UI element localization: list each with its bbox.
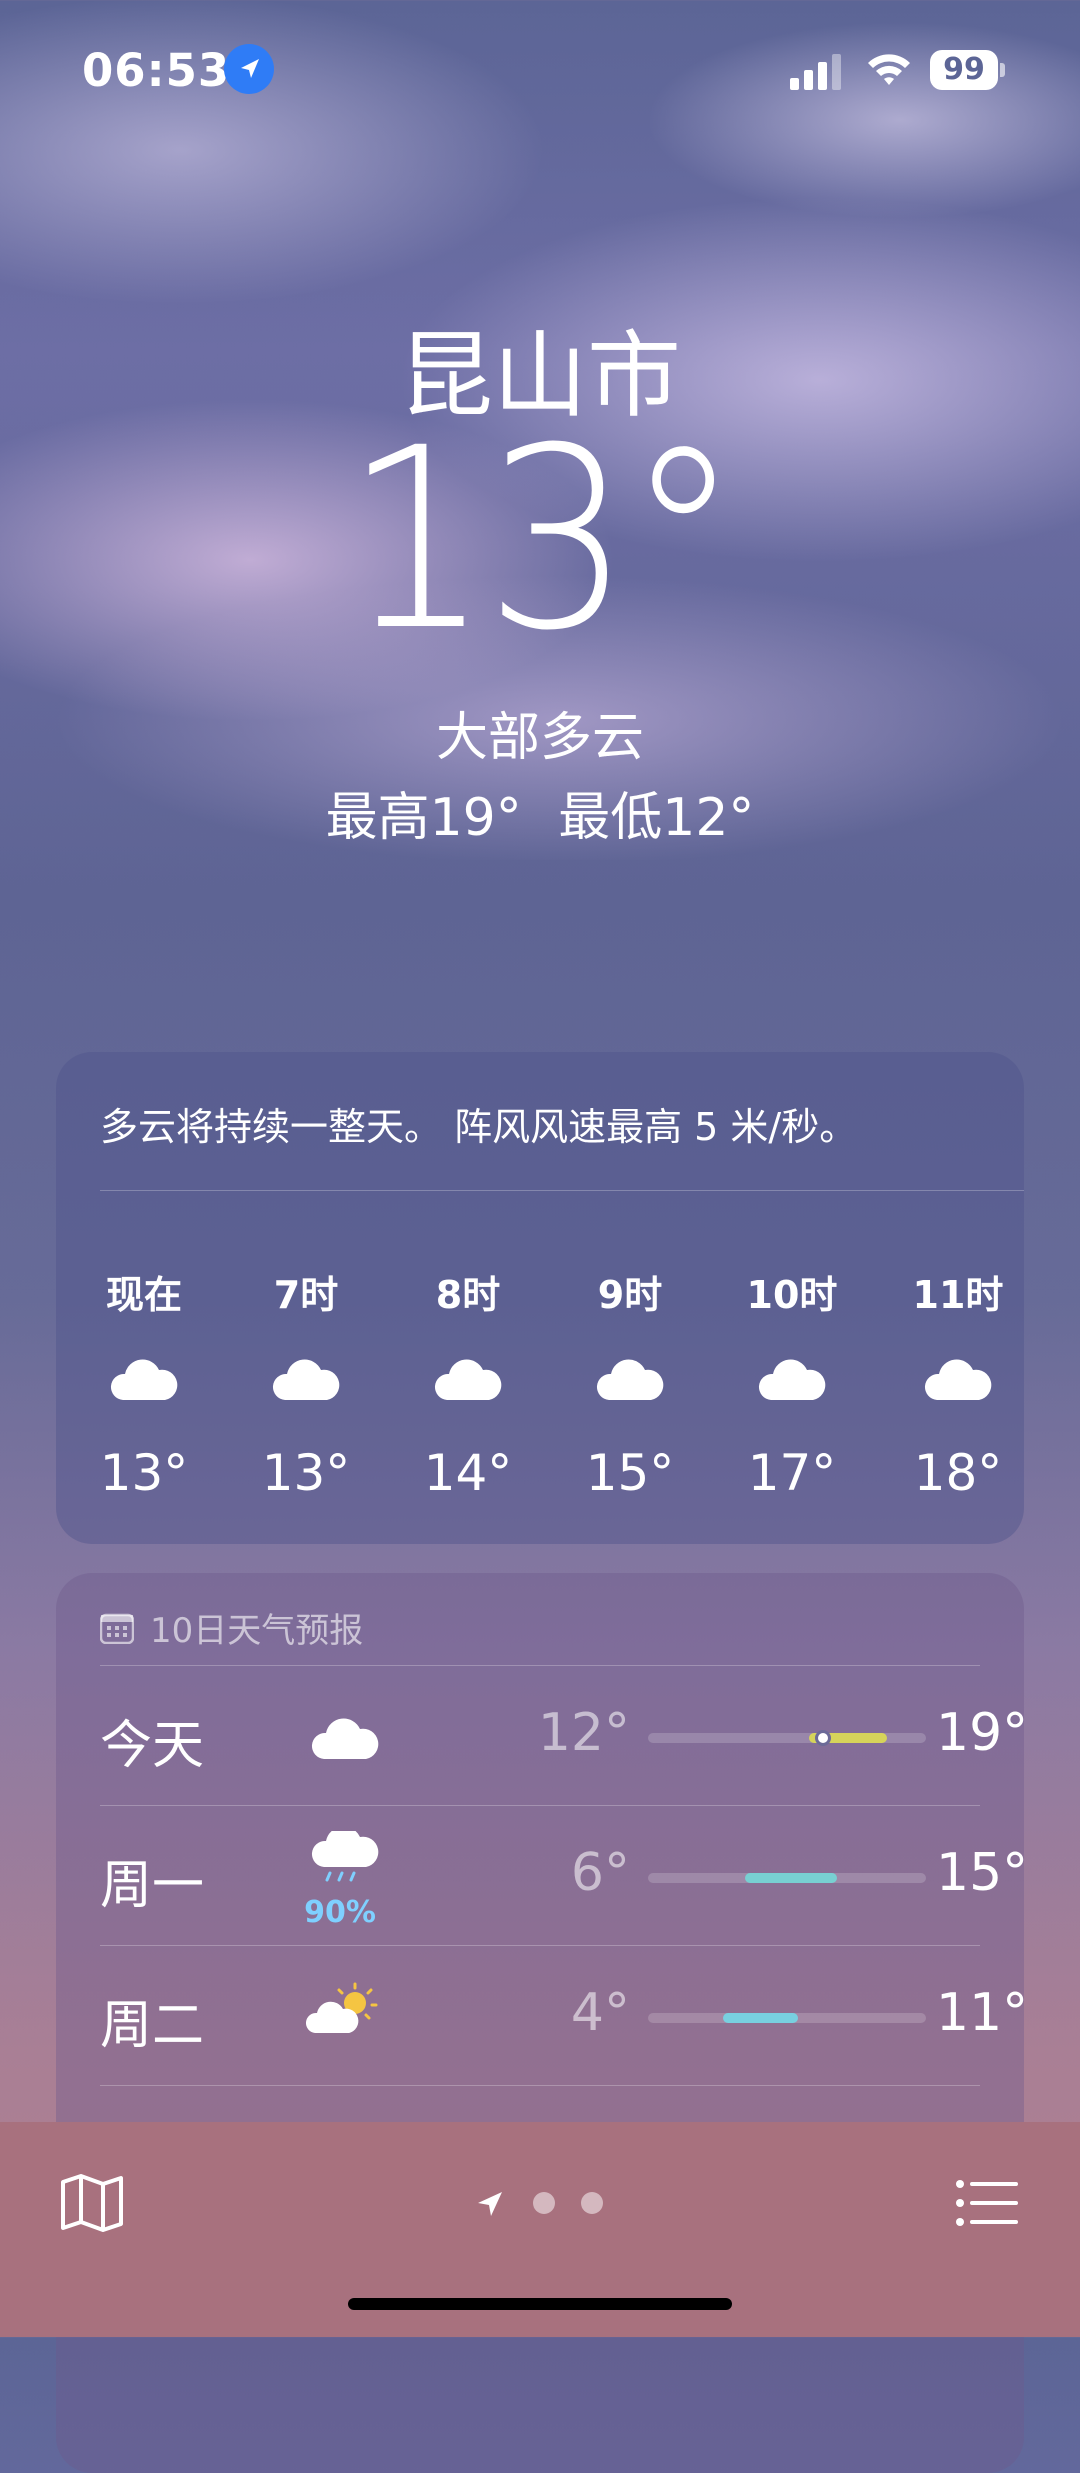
temperature-range-bar: [648, 1730, 926, 1746]
battery-tip: [1000, 63, 1005, 77]
low-temperature: 12°: [537, 1703, 630, 1763]
hourly-forecast-card[interactable]: 多云将持续一整天。 阵风风速最高 5 米/秒。 现在 13° 7时 13° 8时…: [56, 1052, 1024, 1544]
weather-condition: 大部多云: [435, 708, 644, 768]
calendar-icon: [100, 1613, 134, 1644]
range-fill: [723, 2013, 799, 2023]
day-label: 周一: [100, 1856, 205, 1916]
battery-level: 99: [930, 50, 998, 90]
ten-day-title: 10日天气预报: [150, 1611, 364, 1651]
hour-temperature: 18°: [913, 1444, 1003, 1502]
high-temperature: 11°: [936, 1983, 1029, 2043]
cloud-icon: [74, 1354, 214, 1424]
page-dot: [533, 2192, 555, 2214]
cloud-icon: [300, 1695, 390, 1785]
day-row[interactable]: 周一 90% 6° 15°: [100, 1805, 1028, 1945]
high-temperature: 19°: [936, 1703, 1029, 1763]
hour-item[interactable]: 9时 15°: [560, 1264, 700, 1502]
hour-temperature: 15°: [585, 1444, 675, 1502]
temperature-range-bar: [648, 1873, 926, 1883]
range-fill: [745, 1873, 838, 1883]
cloud-icon: [722, 1354, 862, 1424]
cloud-icon: [560, 1354, 700, 1424]
ten-day-header: 10日天气预报: [100, 1603, 363, 1652]
hour-label: 11时: [912, 1273, 1004, 1317]
day-label: 周二: [100, 1996, 205, 2056]
precipitation-chance: 90%: [304, 1895, 376, 1930]
hour-temperature: 13°: [99, 1444, 189, 1502]
ten-day-forecast-card[interactable]: 10日天气预报 今天 12° 19° 周一 90% 6° 15° 周二 4° 1…: [56, 1573, 1028, 2473]
battery-indicator: 99: [930, 50, 1005, 92]
hour-item[interactable]: 11时 18°: [888, 1264, 1028, 1502]
cloud-icon: [398, 1354, 538, 1424]
low-temperature: 最低12°: [558, 788, 755, 848]
partly-sunny-icon: [300, 1975, 390, 2065]
status-time: 06:53: [82, 44, 231, 97]
page-indicator[interactable]: [470, 2182, 630, 2222]
hour-label: 8时: [435, 1273, 501, 1317]
day-label: 今天: [100, 1716, 205, 1776]
cloud-icon: [236, 1354, 376, 1424]
forecast-summary: 多云将持续一整天。 阵风风速最高 5 米/秒。: [100, 1105, 858, 1149]
list-icon[interactable]: [956, 2180, 1018, 2226]
page-dot: [581, 2192, 603, 2214]
map-icon[interactable]: [60, 2174, 124, 2232]
hour-item[interactable]: 现在 13°: [74, 1264, 214, 1502]
current-temperature-dot: [815, 1730, 832, 1746]
day-row[interactable]: 今天 12° 19°: [100, 1665, 1028, 1805]
hour-item[interactable]: 10时 17°: [722, 1264, 862, 1502]
location-services-icon: [224, 44, 274, 94]
hour-label: 现在: [105, 1273, 182, 1317]
temperature-range-bar: [648, 2013, 926, 2023]
wifi-icon: [868, 54, 910, 85]
divider: [100, 1190, 1024, 1191]
cloud-icon: [888, 1354, 1028, 1424]
hourly-list[interactable]: 现在 13° 7时 13° 8时 14° 9时 15° 10时 17° 11时 …: [56, 1264, 1024, 1524]
hour-item[interactable]: 7时 13°: [236, 1264, 376, 1502]
high-temperature: 最高19°: [325, 788, 522, 848]
low-temperature: 6°: [570, 1843, 630, 1903]
hour-temperature: 17°: [747, 1444, 837, 1502]
hour-item[interactable]: 8时 14°: [398, 1264, 538, 1502]
status-bar: 06:53 99: [0, 38, 1080, 108]
hour-label: 10时: [746, 1273, 838, 1317]
current-temperature: 13°: [344, 394, 741, 685]
home-indicator: [348, 2298, 732, 2310]
hour-temperature: 14°: [423, 1444, 513, 1502]
current-location-page-icon: [478, 2192, 502, 2216]
cellular-signal-icon: [790, 54, 841, 90]
hour-temperature: 13°: [261, 1444, 351, 1502]
low-temperature: 4°: [570, 1983, 630, 2043]
hour-label: 7时: [273, 1273, 339, 1317]
high-low-temperatures: 最高19° 最低12°: [0, 775, 1080, 850]
hour-label: 9时: [597, 1273, 663, 1317]
day-row[interactable]: 周二 4° 11°: [100, 1945, 1028, 2085]
high-temperature: 15°: [936, 1843, 1029, 1903]
